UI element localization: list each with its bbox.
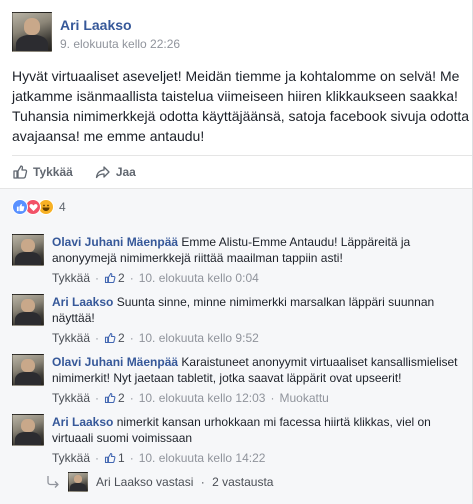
comment-like-link[interactable]: Tykkää (52, 450, 90, 466)
comment-content: Olavi Juhani Mäenpää Emme Alistu-Emme An… (52, 234, 467, 286)
comment-author[interactable]: Ari Laakso (52, 415, 113, 429)
reply-verb: vastasi (156, 475, 194, 489)
comment-edited-label[interactable]: Muokattu (279, 390, 328, 406)
comment-like-count-icon[interactable]: 1 (104, 450, 125, 466)
commenter-avatar[interactable] (12, 294, 44, 326)
reply-author-name: Ari Laakso (96, 475, 153, 489)
post-header-text: Ari Laakso 9. elokuuta kello 22:26 (60, 12, 180, 56)
commenter-avatar[interactable] (12, 234, 44, 266)
reaction-count: 4 (59, 200, 66, 214)
comment-like-count: 1 (118, 451, 125, 465)
comment-item: Olavi Juhani Mäenpää Emme Alistu-Emme An… (12, 234, 467, 286)
post-timestamp[interactable]: 9. elokuuta kello 22:26 (60, 36, 180, 52)
like-button[interactable]: Tykkää (12, 164, 73, 180)
comment-content: Olavi Juhani Mäenpää Karaistuneet anonyy… (52, 354, 467, 406)
post-body-text: Hyvät virtuaaliset aseveljet! Meidän tie… (12, 68, 470, 144)
share-button[interactable]: Jaa (95, 164, 136, 180)
comment-like-link[interactable]: Tykkää (52, 330, 90, 346)
comment-item: Ari Laakso Suunta sinne, minne nimimerkk… (12, 294, 467, 346)
comment-meta: Tykkää · 2 · 10. elokuuta kello 9:52 (52, 330, 467, 346)
replies-summary: Ari Laakso vastasi · 2 vastausta (96, 475, 273, 489)
post-header: Ari Laakso 9. elokuuta kello 22:26 (12, 12, 180, 56)
reply-count: 2 vastausta (212, 475, 274, 489)
comment-like-count: 2 (118, 391, 125, 405)
share-button-label: Jaa (115, 165, 136, 179)
thumbs-up-icon (13, 165, 28, 179)
comment-like-count-icon[interactable]: 2 (104, 270, 125, 286)
comment-like-link[interactable]: Tykkää (52, 270, 90, 286)
comments-section: Olavi Juhani Mäenpää Emme Alistu-Emme An… (0, 224, 472, 504)
comment-like-count-icon[interactable]: 2 (104, 330, 125, 346)
separator-dot: · (95, 451, 100, 465)
separator-dot: · (129, 451, 134, 465)
comment-timestamp[interactable]: 10. elokuuta kello 12:03 (139, 390, 266, 406)
comment-item: Ari Laakso nimerkit kansan urhokkaan mi … (12, 414, 467, 466)
thumbs-up-icon (104, 392, 116, 404)
comment-author[interactable]: Olavi Juhani Mäenpää (52, 235, 178, 249)
reactions-bar: 4 (0, 188, 472, 224)
separator-dot: · (129, 271, 134, 285)
separator-dot: · (95, 391, 100, 405)
thumbs-up-icon (104, 332, 116, 344)
post-actions-bar: Tykkää Jaa (12, 162, 158, 182)
facebook-post-card: Ari Laakso 9. elokuuta kello 22:26 Hyvät… (0, 0, 473, 504)
comment-timestamp[interactable]: 10. elokuuta kello 9:52 (139, 330, 259, 346)
author-avatar[interactable] (12, 12, 52, 52)
separator-dot: · (95, 271, 100, 285)
comment-like-link[interactable]: Tykkää (52, 390, 90, 406)
comment-content: Ari Laakso Suunta sinne, minne nimimerkk… (52, 294, 467, 346)
like-reaction-icon (12, 199, 28, 215)
comment-timestamp[interactable]: 10. elokuuta kello 14:22 (139, 450, 266, 466)
comment-item: Olavi Juhani Mäenpää Karaistuneet anonyy… (12, 354, 467, 406)
comment-meta: Tykkää · 2 · 10. elokuuta kello 12:03 · … (52, 390, 467, 406)
comment-like-count: 2 (118, 331, 125, 345)
comment-meta: Tykkää · 2 · 10. elokuuta kello 0:04 (52, 270, 467, 286)
reply-author-avatar (68, 472, 88, 492)
comment-like-count: 2 (118, 271, 125, 285)
share-arrow-icon (95, 166, 110, 179)
separator-dot: · (95, 331, 100, 345)
reply-arrow-icon (47, 476, 59, 488)
commenter-avatar[interactable] (12, 414, 44, 446)
separator-dot: · (129, 331, 134, 345)
thumbs-up-icon (104, 452, 116, 464)
reactions-summary[interactable]: 4 (12, 199, 66, 215)
view-replies-link[interactable]: Ari Laakso vastasi · 2 vastausta (46, 472, 273, 492)
thumbs-up-icon (104, 272, 116, 284)
comment-author[interactable]: Olavi Juhani Mäenpää (52, 355, 178, 369)
comment-content: Ari Laakso nimerkit kansan urhokkaan mi … (52, 414, 467, 466)
separator-dot: · (270, 391, 275, 405)
comment-timestamp[interactable]: 10. elokuuta kello 0:04 (139, 270, 259, 286)
post-author-name[interactable]: Ari Laakso (60, 16, 180, 34)
separator-dot: · (200, 475, 205, 489)
like-button-label: Tykkää (33, 165, 73, 179)
divider (12, 155, 472, 156)
comment-author[interactable]: Ari Laakso (52, 295, 113, 309)
comment-meta: Tykkää · 1 · 10. elokuuta kello 14:22 (52, 450, 467, 466)
separator-dot: · (129, 391, 134, 405)
comment-like-count-icon[interactable]: 2 (104, 390, 125, 406)
commenter-avatar[interactable] (12, 354, 44, 386)
